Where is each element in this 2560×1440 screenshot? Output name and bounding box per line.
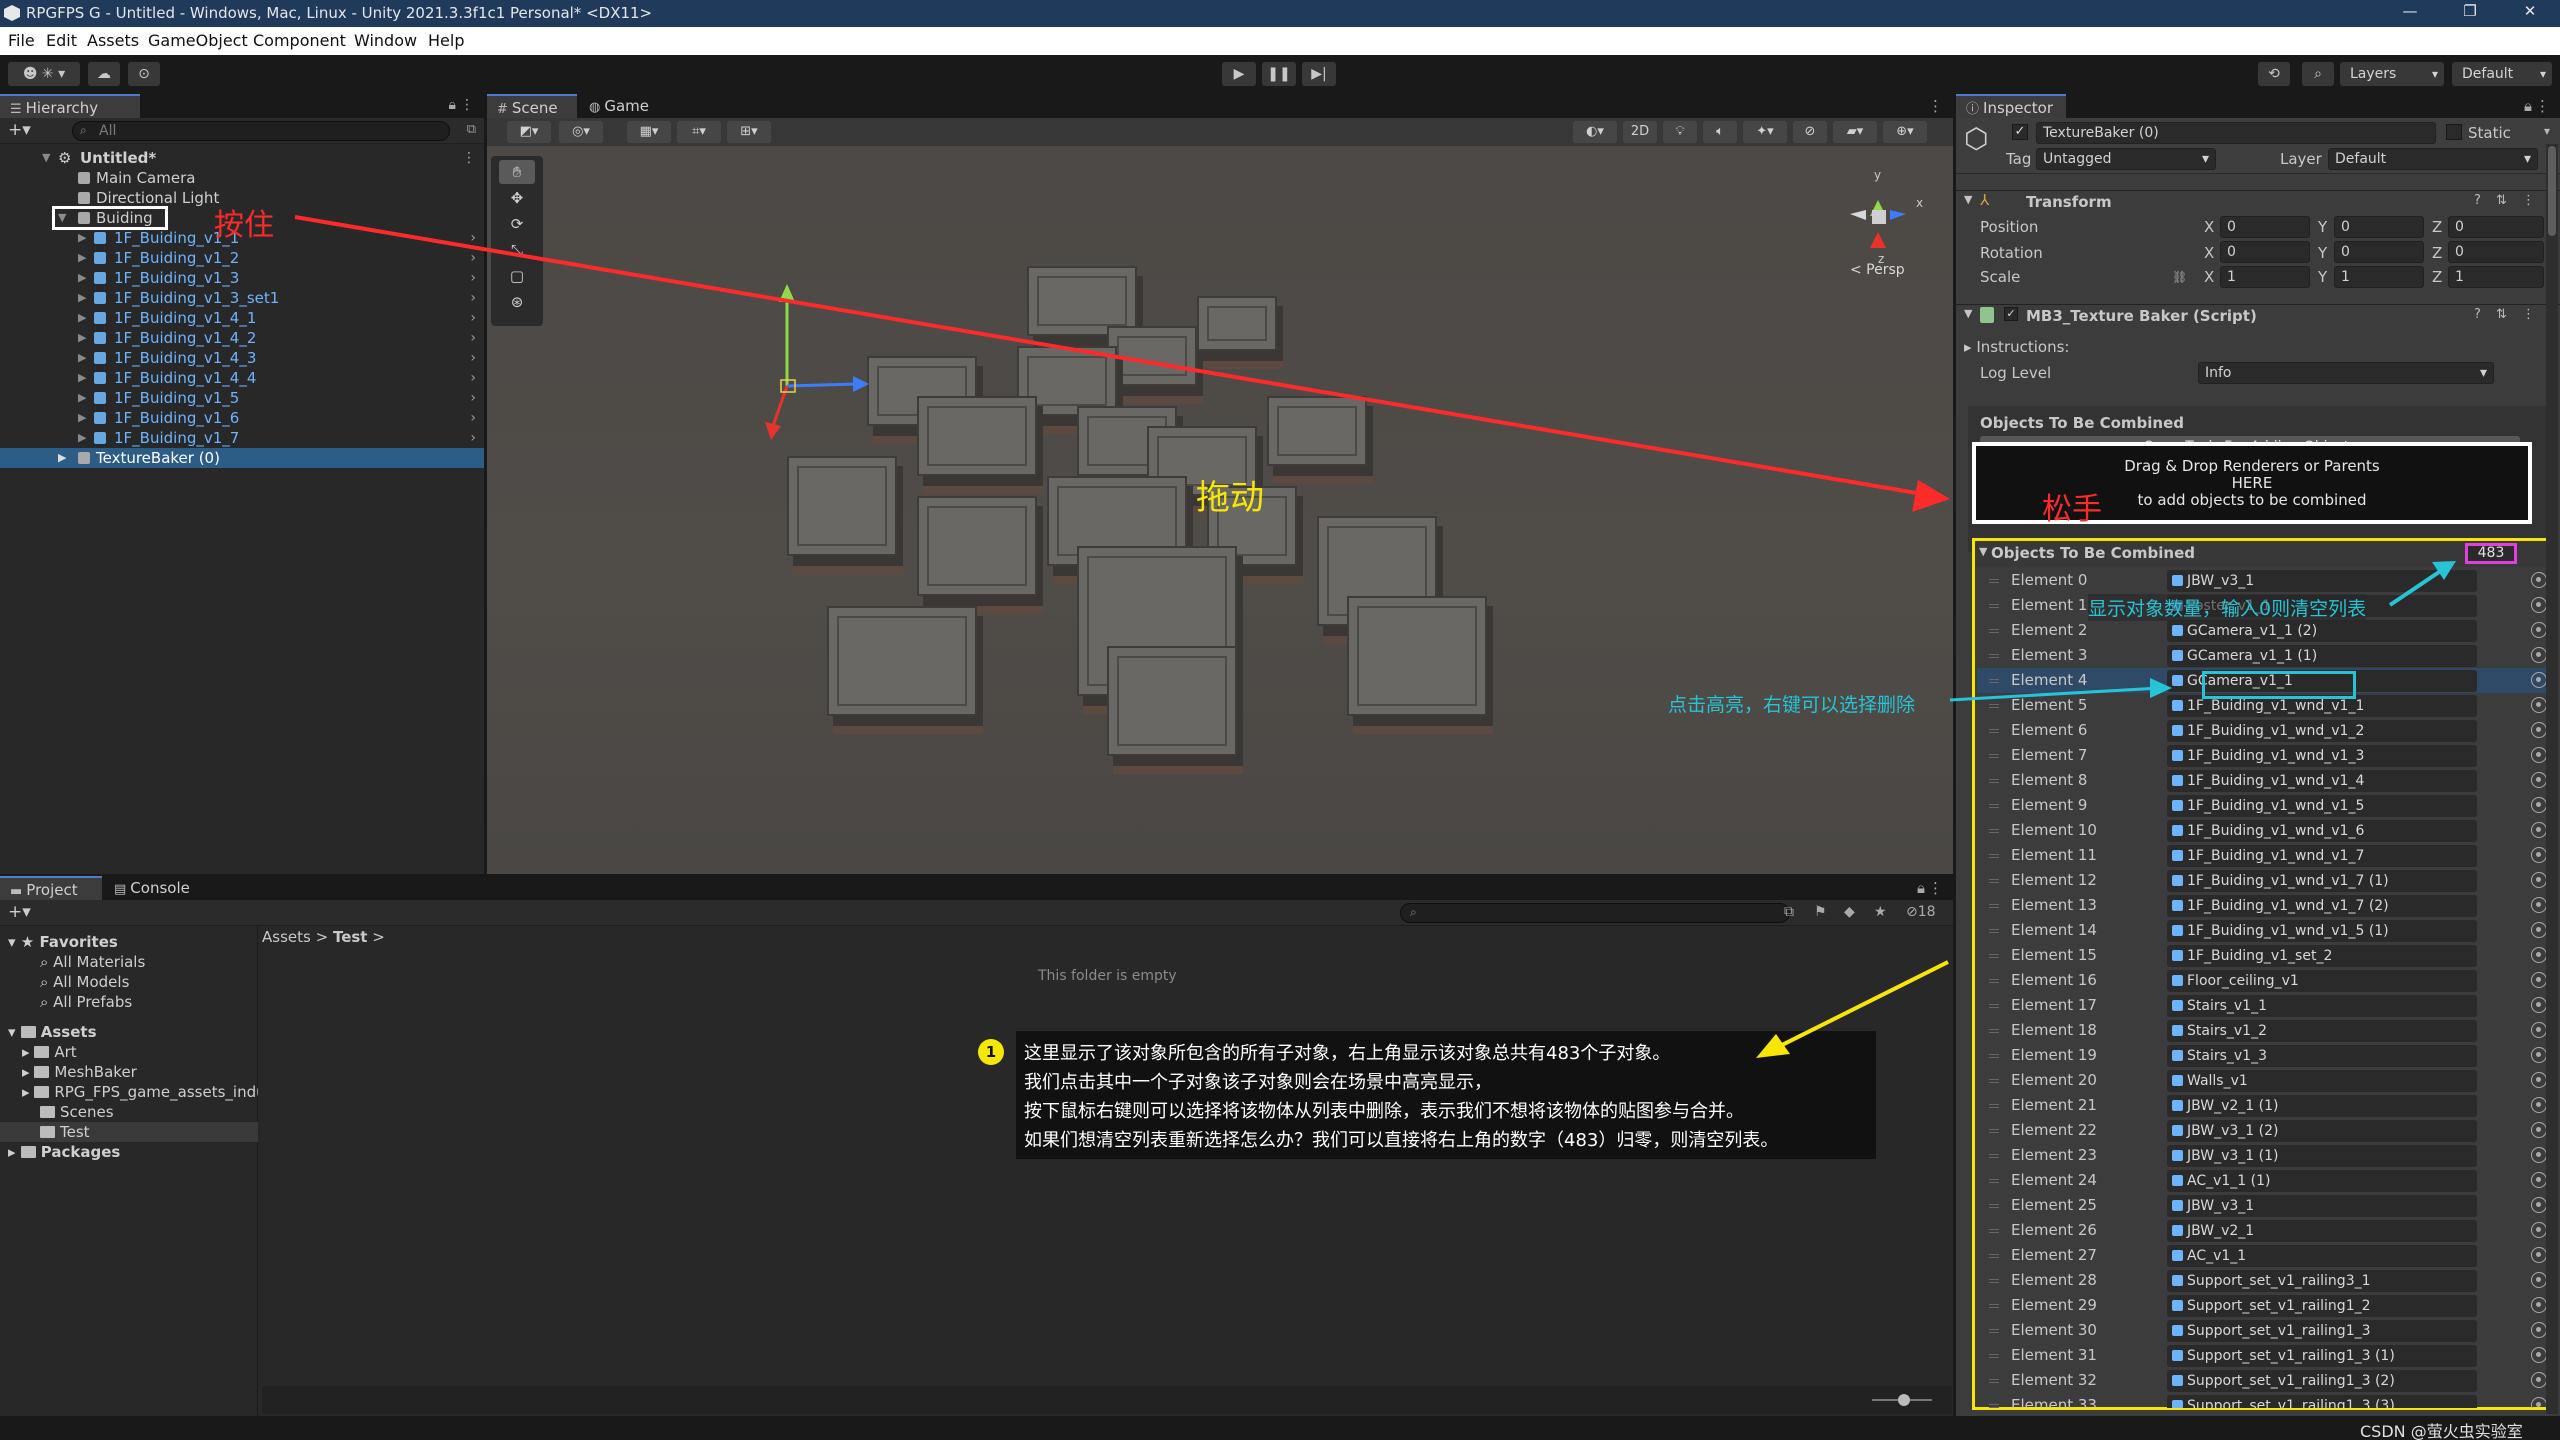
annotation-drag: 拖动 (1196, 478, 1264, 518)
annotation-hold: 按住 (214, 208, 274, 243)
status-bar: CSDN @萤火虫实验室 (0, 1416, 2560, 1440)
annotation-click-note: 点击高亮，右键可以选择删除 (1668, 694, 1916, 716)
watermark: CSDN @萤火虫实验室 (2360, 1422, 2523, 1440)
annotation-count-note: 显示对象数量，输入0则清空列表 (2088, 594, 2367, 621)
annotation-highlight-box (2202, 671, 2356, 699)
annotation-release: 松手 (2042, 492, 2102, 527)
annotation-arrows (294, 215, 2456, 1058)
